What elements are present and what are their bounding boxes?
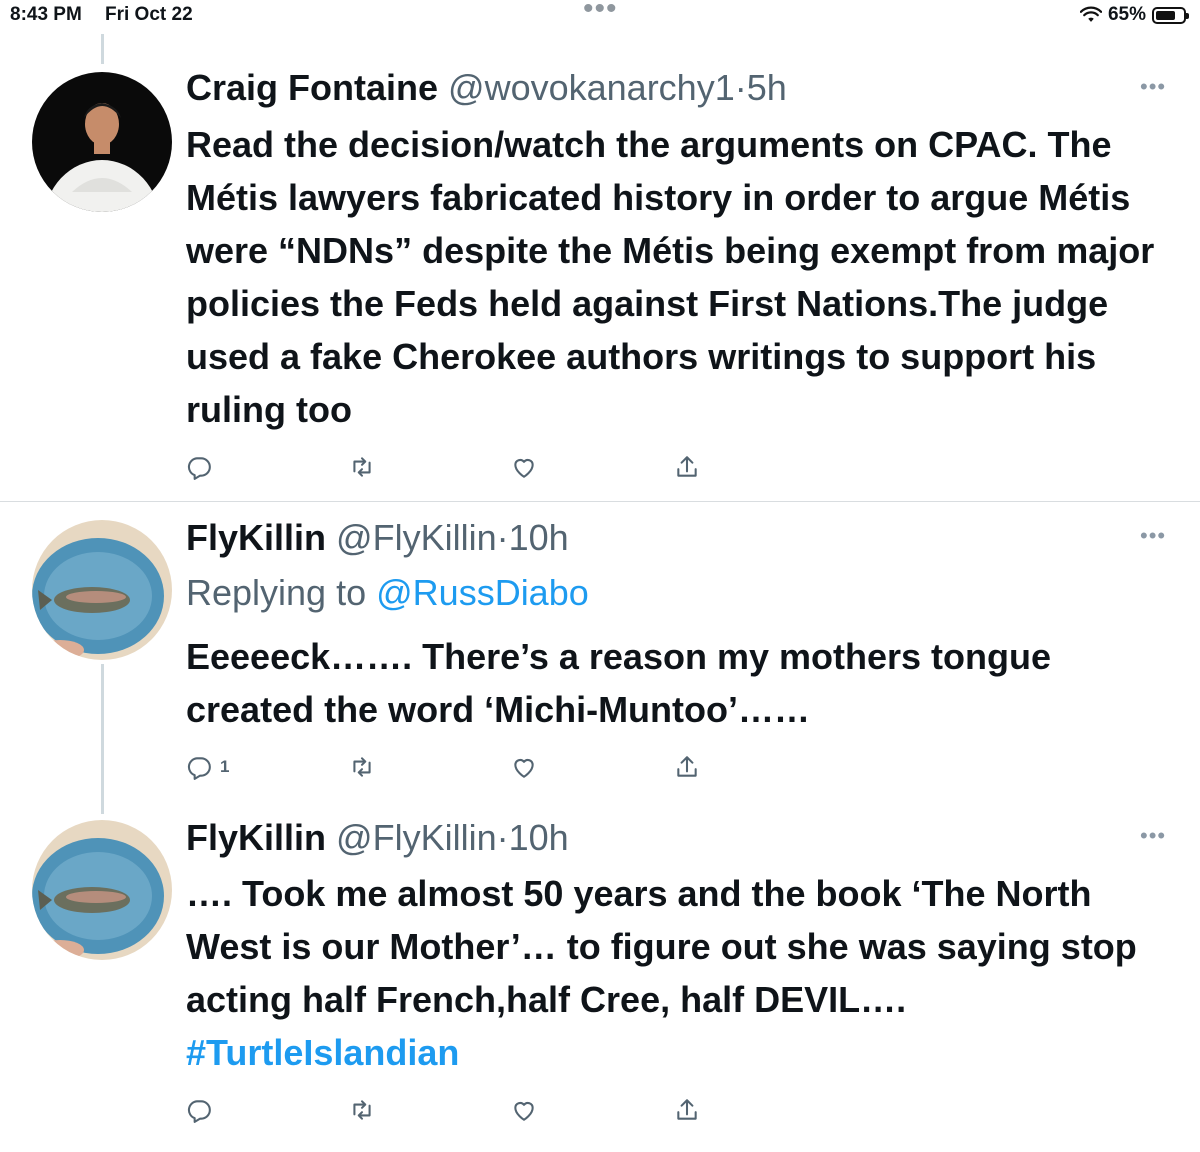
retweet-icon	[349, 454, 375, 480]
tweet-text: …. Took me almost 50 years and the book …	[186, 867, 1176, 1079]
tweet-actions	[186, 1097, 726, 1131]
battery-percent: 65%	[1107, 4, 1146, 25]
retweet-button[interactable]	[349, 1097, 375, 1123]
thread-line	[101, 34, 104, 64]
share-button[interactable]	[674, 454, 700, 480]
more-options-icon[interactable]: •••	[1140, 523, 1166, 549]
status-bar: 8:43 PM Fri Oct 22 ••• 65%	[0, 0, 1200, 32]
share-icon	[674, 754, 700, 780]
tweet-actions	[186, 454, 726, 488]
tweet-text: Read the decision/watch the arguments on…	[186, 124, 1155, 430]
reply-icon	[186, 754, 212, 780]
share-icon	[674, 454, 700, 480]
retweet-button[interactable]	[349, 454, 375, 480]
tweet-header: FlyKillin @FlyKillin·10h	[186, 517, 569, 559]
tweet-header: FlyKillin @FlyKillin·10h	[186, 817, 569, 859]
user-handle[interactable]: @FlyKillin	[336, 817, 497, 858]
retweet-button[interactable]	[349, 754, 375, 780]
reply-button[interactable]	[186, 454, 220, 480]
tweet-timestamp[interactable]: 10h	[509, 817, 569, 858]
reply-button[interactable]	[186, 1097, 220, 1123]
more-options-icon[interactable]: •••	[1140, 823, 1166, 849]
separator: ·	[496, 817, 509, 858]
avatar[interactable]	[32, 72, 172, 212]
retweet-icon	[349, 754, 375, 780]
separator: ·	[734, 67, 747, 108]
tweet-text: Eeeeeck……. There’s a reason my mothers t…	[186, 636, 1051, 730]
separator: ·	[496, 517, 509, 558]
hashtag-link[interactable]: #TurtleIslandian	[186, 1026, 1176, 1079]
battery-icon	[1152, 6, 1189, 24]
like-button[interactable]	[511, 754, 537, 780]
user-handle[interactable]: @FlyKillin	[336, 517, 497, 558]
tweet-actions: 1	[186, 754, 726, 788]
reply-button[interactable]: 1	[186, 754, 229, 780]
display-name[interactable]: FlyKillin	[186, 817, 326, 858]
wifi-icon	[1079, 6, 1102, 22]
user-handle[interactable]: @wovokanarchy1	[448, 67, 735, 108]
avatar[interactable]	[32, 520, 172, 660]
tweet-body: …. Took me almost 50 years and the book …	[186, 873, 1137, 1020]
reply-icon	[186, 454, 212, 480]
avatar[interactable]	[32, 820, 172, 960]
like-button[interactable]	[511, 454, 537, 480]
status-indicators: 65%	[1079, 4, 1189, 26]
display-name[interactable]: FlyKillin	[186, 517, 326, 558]
heart-icon	[511, 1097, 537, 1123]
display-name[interactable]: Craig Fontaine	[186, 67, 438, 108]
like-button[interactable]	[511, 1097, 537, 1123]
replying-to: Replying to @RussDiabo	[186, 572, 589, 614]
status-time: 8:43 PM	[10, 4, 82, 25]
share-button[interactable]	[674, 754, 700, 780]
status-date: Fri Oct 22	[105, 4, 193, 25]
reply-count: 1	[220, 757, 230, 776]
tweet-divider	[0, 501, 1200, 502]
multitasking-dots-icon[interactable]: •••	[583, 0, 618, 26]
mention-link[interactable]: @RussDiabo	[376, 572, 589, 613]
tweet-timestamp[interactable]: 5h	[747, 67, 787, 108]
more-options-icon[interactable]: •••	[1140, 74, 1166, 100]
retweet-icon	[349, 1097, 375, 1123]
thread-line	[101, 664, 104, 814]
reply-icon	[186, 1097, 212, 1123]
share-button[interactable]	[674, 1097, 700, 1123]
share-icon	[674, 1097, 700, 1123]
tweet-timestamp[interactable]: 10h	[509, 517, 569, 558]
heart-icon	[511, 454, 537, 480]
heart-icon	[511, 754, 537, 780]
replying-label: Replying to	[186, 572, 367, 613]
tweet-header: Craig Fontaine @wovokanarchy1·5h	[186, 67, 787, 109]
